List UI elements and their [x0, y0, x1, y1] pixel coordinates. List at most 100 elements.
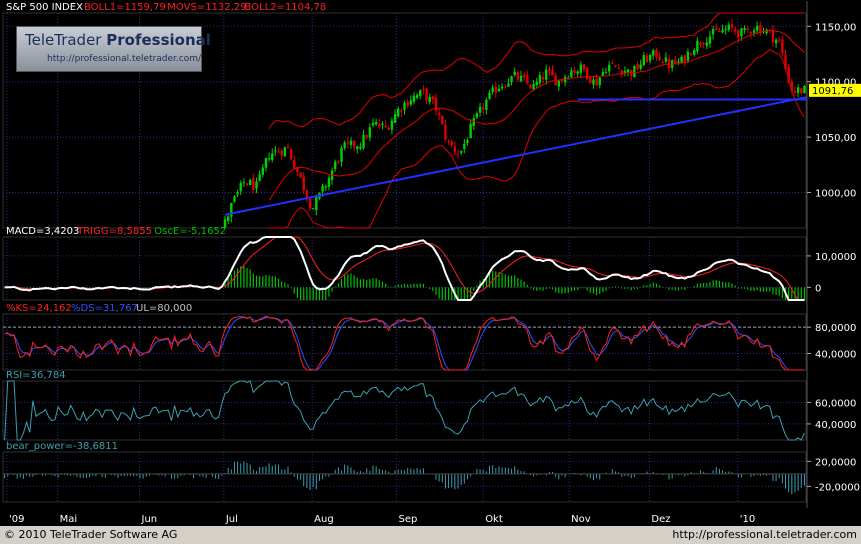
xtick-label-0: '09 — [9, 514, 24, 525]
candle-body-225 — [711, 28, 715, 35]
candle-body-161 — [510, 76, 513, 82]
teletrader-logo: TeleTrader Professional http://professio… — [16, 26, 211, 72]
candle-body-209 — [661, 61, 664, 63]
candle-body-115 — [365, 135, 368, 138]
macd-line — [4, 236, 805, 301]
legend-0-1: MOVS=1132,29 — [167, 2, 246, 13]
candle-body-148 — [469, 124, 472, 139]
candle-body-123 — [390, 120, 394, 130]
candle-body-188 — [595, 78, 598, 86]
candle-body-232 — [733, 29, 737, 32]
ytick-label-3-1: 60,0000 — [815, 398, 856, 409]
candle-body-118 — [374, 122, 378, 125]
candle-body-151 — [478, 106, 482, 113]
panel-frame-1 — [2, 236, 807, 301]
candle-body-139 — [441, 115, 444, 125]
candle-body-136 — [431, 96, 435, 100]
candle-body-213 — [674, 59, 677, 64]
candle-body-94 — [299, 172, 302, 178]
legend-4-0: bear_power=-38,6811 — [6, 441, 118, 452]
candle-body-251 — [793, 90, 797, 93]
trigg-line — [4, 236, 805, 301]
legend-1-0: MACD=3,4203 — [6, 226, 79, 237]
candle-body-245 — [774, 39, 778, 44]
xtick-label-6: Okt — [485, 514, 503, 525]
candle-body-171 — [541, 77, 545, 80]
footer-url[interactable]: http://professional.teletrader.com — [672, 526, 857, 544]
candle-body-117 — [371, 122, 375, 126]
candle-body-145 — [459, 150, 463, 154]
candle-body-224 — [708, 36, 712, 44]
candle-body-231 — [730, 24, 734, 28]
candle-body-193 — [611, 63, 614, 65]
candle-body-160 — [507, 83, 510, 87]
candle-body-84 — [267, 158, 271, 160]
candle-body-97 — [308, 198, 312, 209]
candle-body-205 — [648, 55, 652, 61]
candle-body-206 — [652, 50, 655, 56]
candle-body-74 — [236, 192, 239, 195]
boll-lower-line — [269, 48, 805, 229]
candle-body-159 — [504, 86, 507, 88]
candle-body-146 — [463, 143, 466, 149]
candle-body-153 — [485, 99, 488, 110]
candle-body-127 — [403, 102, 406, 110]
candle-body-80 — [255, 181, 258, 189]
legend-2-1: %DS=31,767 — [71, 303, 138, 314]
candle-body-191 — [604, 72, 608, 74]
candle-body-174 — [551, 69, 554, 76]
candle-body-230 — [727, 24, 731, 30]
candle-body-176 — [557, 80, 561, 87]
ytick-label-4-1: 20,0000 — [815, 457, 856, 468]
candle-body-150 — [475, 113, 479, 118]
candle-body-238 — [752, 30, 756, 33]
candle-body-195 — [617, 68, 620, 70]
xtick-label-1: Mai — [60, 514, 78, 525]
chart-canvas: S&P 500 INDEX BOLL1=1159,79 MOVS=1132,29BO… — [2, 1, 861, 525]
candle-body-122 — [387, 127, 390, 130]
candle-body-229 — [724, 29, 727, 31]
candle-body-119 — [378, 124, 381, 127]
candle-body-114 — [362, 134, 365, 148]
candle-body-226 — [715, 27, 718, 31]
candle-body-173 — [548, 68, 551, 72]
ytick-label-1-1: 10,0000 — [815, 252, 856, 263]
candle-body-138 — [437, 112, 441, 115]
candle-body-165 — [522, 74, 526, 78]
candle-body-131 — [415, 94, 419, 98]
candle-body-244 — [771, 30, 775, 43]
ks-line — [4, 315, 805, 371]
candle-body-105 — [334, 161, 337, 170]
candle-body-125 — [397, 108, 400, 117]
candle-body-147 — [466, 140, 469, 143]
candle-body-203 — [642, 55, 646, 65]
candle-body-168 — [532, 83, 535, 90]
candle-body-214 — [677, 61, 680, 63]
candle-body-121 — [384, 125, 387, 128]
candle-body-254 — [803, 86, 806, 94]
candle-body-155 — [491, 87, 494, 93]
candle-body-129 — [409, 100, 412, 105]
xtick-label-2: Jun — [141, 514, 158, 525]
candle-body-106 — [337, 161, 340, 163]
candle-body-234 — [740, 28, 743, 37]
ytick-label-0-0: 1000,00 — [815, 189, 856, 200]
candle-body-199 — [630, 70, 633, 77]
candle-body-102 — [324, 186, 327, 188]
candle-body-154 — [488, 92, 491, 99]
legend-0-0: BOLL1=1159,79 — [84, 2, 166, 13]
candle-body-112 — [356, 146, 359, 150]
legend-1-1: TRIGG=8,5855 — [76, 226, 152, 237]
candle-body-113 — [359, 146, 362, 149]
candle-body-220 — [696, 40, 699, 52]
candle-body-79 — [252, 177, 255, 190]
candle-body-210 — [664, 57, 668, 62]
candle-body-70 — [223, 219, 227, 228]
candle-body-163 — [516, 72, 520, 80]
candle-body-75 — [239, 183, 242, 192]
candle-body-98 — [311, 208, 315, 210]
candle-body-152 — [482, 107, 485, 110]
candle-body-215 — [680, 56, 683, 63]
ytick-label-1-0: 0 — [815, 283, 821, 294]
copyright-text: © 2010 TeleTrader Software AG — [4, 528, 178, 541]
